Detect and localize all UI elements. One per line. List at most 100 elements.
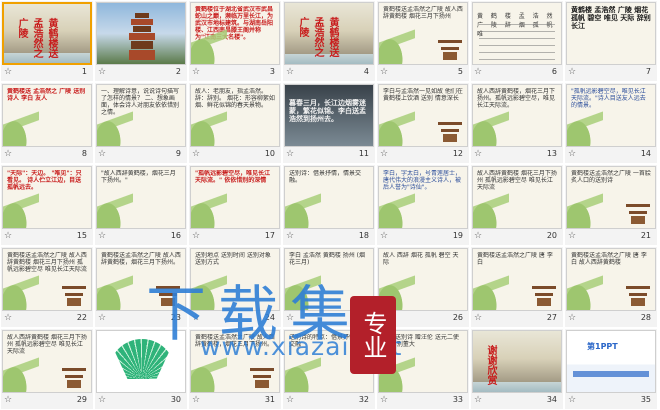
slide-thumbnail-5[interactable]: 黄鹤楼送孟浩然之广陵 故人西辞黄鹤楼 烟花三月下扬州 ☆ 5 <box>377 1 469 81</box>
slide-number: 34 <box>546 395 557 404</box>
slide-thumbnail-18[interactable]: 送别诗：借景抒情，情景交融。 ☆ 18 <box>283 165 375 245</box>
slide-number: 35 <box>640 395 651 404</box>
slide-thumbnail-12[interactable]: 李白与孟浩然一见如故 他们在黄鹤楼上饮酒 送别 情意深长 ☆ 12 <box>377 83 469 163</box>
transition-star-icon[interactable]: ☆ <box>4 67 12 77</box>
slide-preview[interactable]: 黄鹤楼送孟浩然之广陵 故人西辞黄鹤楼 烟花三月下扬州 <box>378 2 468 65</box>
transition-star-icon[interactable]: ☆ <box>568 149 576 159</box>
transition-star-icon[interactable]: ☆ <box>98 231 106 241</box>
transition-star-icon[interactable]: ☆ <box>98 67 106 77</box>
slide-preview[interactable]: 黄鹤楼送孟浩然之广陵 一首脍炙人口的送别诗 <box>566 166 656 229</box>
slide-preview[interactable]: 黄鹤楼送孟浩然之广陵 唐 李白 故人西辞黄鹤楼 <box>566 248 656 311</box>
slide-thumbnail-35[interactable]: 第1PPT ☆ 35 <box>565 329 657 409</box>
slide-preview[interactable]: 故人西辞黄鹤楼 烟花三月下扬州 孤帆远影碧空尽 唯见长江天际流 <box>2 330 92 393</box>
slide-number: 18 <box>358 231 369 240</box>
slide-preview[interactable] <box>96 2 186 65</box>
slide-number: 22 <box>76 313 87 322</box>
transition-star-icon[interactable]: ☆ <box>4 231 12 241</box>
slide-preview[interactable]: 暮春三月，长江边烟雾迷蒙，繁花似锦。李白送孟浩然到扬州去。 <box>284 84 374 147</box>
slide-thumbnail-1[interactable]: 黄鹤楼送孟浩然之广陵 ☆ 1 <box>1 1 93 81</box>
slide-preview[interactable]: 黄鹤楼 孟浩然 广陵 烟花 孤帆 碧空 唯见 天际 辞别 长江 <box>566 2 656 65</box>
slide-preview[interactable]: 黄鹤楼送 孟浩然之 广陵 送别 诗人 李白 友人 <box>2 84 92 147</box>
transition-star-icon[interactable]: ☆ <box>568 67 576 77</box>
slide-thumbnail-14[interactable]: "孤帆远影碧空尽，唯见长江天际流。"诗人目送友人远去的情景。 ☆ 14 <box>565 83 657 163</box>
slide-preview[interactable]: "孤帆远影碧空尽，唯见长江天际流。" 依依惜别的深情 <box>190 166 280 229</box>
transition-star-icon[interactable]: ☆ <box>380 67 388 77</box>
slide-preview[interactable]: 李白与孟浩然一见如故 他们在黄鹤楼上饮酒 送别 情意深长 <box>378 84 468 147</box>
slide-text: "故人西辞黄鹤楼，烟花三月下扬州。" <box>101 170 176 184</box>
transition-star-icon[interactable]: ☆ <box>286 149 294 159</box>
slide-thumbnail-2[interactable]: ☆ 2 <box>95 1 187 81</box>
slide-thumbnail-22[interactable]: 黄鹤楼送孟浩然之广陵 故人西辞黄鹤楼 烟花三月下扬州 孤帆远影碧空尽 唯见长江天… <box>1 247 93 327</box>
transition-star-icon[interactable]: ☆ <box>568 395 576 405</box>
slide-preview[interactable]: "故人西辞黄鹤楼，烟花三月下扬州。" <box>96 166 186 229</box>
transition-star-icon[interactable]: ☆ <box>474 313 482 323</box>
transition-star-icon[interactable]: ☆ <box>474 67 482 77</box>
slide-thumbnail-4[interactable]: 黄鹤楼送孟浩然之广陵 ☆ 4 <box>283 1 375 81</box>
slide-thumbnail-16[interactable]: "故人西辞黄鹤楼，烟花三月下扬州。" ☆ 16 <box>95 165 187 245</box>
transition-star-icon[interactable]: ☆ <box>4 149 12 159</box>
slide-thumbnail-7[interactable]: 黄鹤楼 孟浩然 广陵 烟花 孤帆 碧空 唯见 天际 辞别 长江 ☆ 7 <box>565 1 657 81</box>
slide-thumbnail-34[interactable]: 谢谢欣赏 ☆ 34 <box>471 329 563 409</box>
slide-preview[interactable]: 黄鹤楼送孟浩然之广陵 <box>2 2 92 65</box>
slide-number: 9 <box>175 149 181 158</box>
slide-thumbnail-15[interactable]: "天际"：天边。 "唯见"：只看见。 诗人伫立江边，目送孤帆远去。 ☆ 15 <box>1 165 93 245</box>
transition-star-icon[interactable]: ☆ <box>568 313 576 323</box>
slide-preview[interactable]: 第1PPT <box>566 330 656 393</box>
slide-preview[interactable]: 黄鹤楼送孟浩然之广陵 <box>284 2 374 65</box>
slide-thumbnail-10[interactable]: 故人：老朋友，指孟浩然。 辞：辞别。 烟花：形容柳絮如烟、鲜花似锦的春天景物。 ☆… <box>189 83 281 163</box>
slide-thumbnail-11[interactable]: 暮春三月，长江边烟雾迷蒙，繁花似锦。李白送孟浩然到扬州去。 ☆ 11 <box>283 83 375 163</box>
slide-preview[interactable]: "孤帆远影碧空尽，唯见长江天际流。"诗人目送友人远去的情景。 <box>566 84 656 147</box>
transition-star-icon[interactable]: ☆ <box>568 231 576 241</box>
transition-star-icon[interactable]: ☆ <box>380 395 388 405</box>
slide-preview[interactable]: 故人西辞黄鹤楼 烟花三月下扬州 孤帆远影碧空尽 唯见长江天际流 <box>472 166 562 229</box>
slide-thumbnail-6[interactable]: 黄 鹤 楼 孟 浩 然 广 陵 辞 烟 孤 帆 唯☆6 <box>471 1 563 81</box>
slide-preview[interactable]: 黄鹤楼位于湖北省武汉市武昌蛇山之巅，濒临万里长江，为武汉市地标建筑。与湖南岳阳楼… <box>190 2 280 65</box>
slide-preview[interactable]: 黄鹤楼送孟浩然之广陵 故人西辞黄鹤楼 烟花三月下扬州 孤帆远影碧空尽 唯见长江天… <box>2 248 92 311</box>
transition-star-icon[interactable]: ☆ <box>380 231 388 241</box>
slide-footer: ☆ 35 <box>565 394 657 409</box>
slide-preview[interactable]: "天际"：天边。 "唯见"：只看见。 诗人伫立江边，目送孤帆远去。 <box>2 166 92 229</box>
transition-star-icon[interactable]: ☆ <box>192 67 200 77</box>
transition-star-icon[interactable]: ☆ <box>98 313 106 323</box>
slide-preview[interactable]: 谢谢欣赏 <box>472 330 562 393</box>
transition-star-icon[interactable]: ☆ <box>98 395 106 405</box>
slide-preview[interactable]: 送别诗：借景抒情，情景交融。 <box>284 166 374 229</box>
slide-thumbnail-8[interactable]: 黄鹤楼送 孟浩然之 广陵 送别 诗人 李白 友人 ☆ 8 <box>1 83 93 163</box>
slide-preview[interactable]: 黄鹤楼送孟浩然之广陵 唐 李白 <box>472 248 562 311</box>
slide-preview[interactable]: 黄 鹤 楼 孟 浩 然 广 陵 辞 烟 孤 帆 唯 <box>472 2 562 65</box>
slide-thumbnail-20[interactable]: 故人西辞黄鹤楼 烟花三月下扬州 孤帆远影碧空尽 唯见长江天际流 ☆ 20 <box>471 165 563 245</box>
transition-star-icon[interactable]: ☆ <box>286 231 294 241</box>
pavilion-image <box>249 364 275 388</box>
slide-preview[interactable]: 故人：老朋友，指孟浩然。 辞：辞别。 烟花：形容柳絮如烟、鲜花似锦的春天景物。 <box>190 84 280 147</box>
transition-star-icon[interactable]: ☆ <box>286 395 294 405</box>
slide-preview[interactable]: 故人西辞黄鹤楼，烟花三月下扬州。孤帆远影碧空尽，唯见长江天际流。 <box>472 84 562 147</box>
slide-preview[interactable]: 李白，字太白，号青莲居士，唐代伟大的浪漫主义诗人，被后人誉为"诗仙"。 <box>378 166 468 229</box>
transition-star-icon[interactable]: ☆ <box>192 231 200 241</box>
slide-thumbnail-28[interactable]: 黄鹤楼送孟浩然之广陵 唐 李白 故人西辞黄鹤楼 ☆ 28 <box>565 247 657 327</box>
slide-thumbnail-27[interactable]: 黄鹤楼送孟浩然之广陵 唐 李白 ☆ 27 <box>471 247 563 327</box>
slide-thumbnail-19[interactable]: 李白，字太白，号青莲居士，唐代伟大的浪漫主义诗人，被后人誉为"诗仙"。 ☆ 19 <box>377 165 469 245</box>
willow-image <box>473 265 509 310</box>
transition-star-icon[interactable]: ☆ <box>380 149 388 159</box>
slide-thumbnail-13[interactable]: 故人西辞黄鹤楼，烟花三月下扬州。孤帆远影碧空尽，唯见长江天际流。 ☆ 13 <box>471 83 563 163</box>
slide-footer: ☆ 30 <box>95 394 187 409</box>
transition-star-icon[interactable]: ☆ <box>192 395 200 405</box>
slide-number: 10 <box>264 149 275 158</box>
transition-star-icon[interactable]: ☆ <box>474 149 482 159</box>
transition-star-icon[interactable]: ☆ <box>4 313 12 323</box>
transition-star-icon[interactable]: ☆ <box>286 67 294 77</box>
transition-star-icon[interactable]: ☆ <box>192 149 200 159</box>
transition-star-icon[interactable]: ☆ <box>474 395 482 405</box>
transition-star-icon[interactable]: ☆ <box>4 395 12 405</box>
slide-thumbnail-29[interactable]: 故人西辞黄鹤楼 烟花三月下扬州 孤帆远影碧空尽 唯见长江天际流 ☆ 29 <box>1 329 93 409</box>
transition-star-icon[interactable]: ☆ <box>98 149 106 159</box>
transition-star-icon[interactable]: ☆ <box>474 231 482 241</box>
slide-thumbnail-17[interactable]: "孤帆远影碧空尽，唯见长江天际流。" 依依惜别的深情 ☆ 17 <box>189 165 281 245</box>
slide-number: 17 <box>264 231 275 240</box>
slide-footer: ☆ 1 <box>1 66 93 81</box>
slide-thumbnail-21[interactable]: 黄鹤楼送孟浩然之广陵 一首脍炙人口的送别诗 ☆ 21 <box>565 165 657 245</box>
slide-thumbnail-9[interactable]: 一、理解诗意，说说诗句描写了怎样的情景？ 二、想象画面，体会诗人对朋友依依惜别之… <box>95 83 187 163</box>
willow-image <box>191 183 227 228</box>
slide-thumbnail-3[interactable]: 黄鹤楼位于湖北省武汉市武昌蛇山之巅，濒临万里长江，为武汉市地标建筑。与湖南岳阳楼… <box>189 1 281 81</box>
slide-preview[interactable]: 一、理解诗意，说说诗句描写了怎样的情景？ 二、想象画面，体会诗人对朋友依依惜别之… <box>96 84 186 147</box>
